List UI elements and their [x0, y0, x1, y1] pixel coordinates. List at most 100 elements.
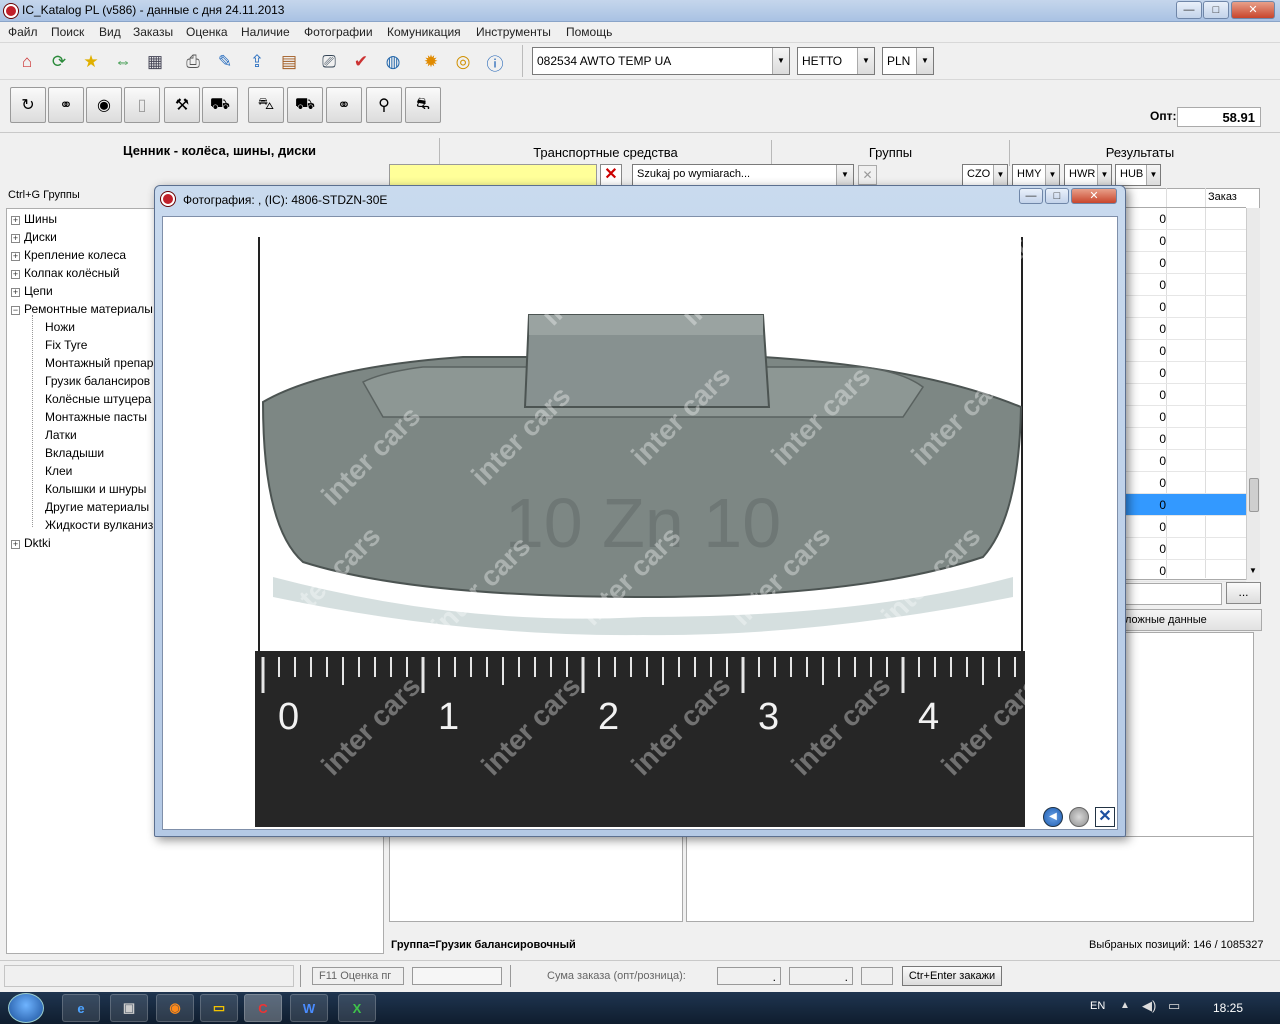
print-icon[interactable]: ⎙ — [180, 49, 206, 75]
tree-item-patches[interactable]: Латки — [45, 428, 77, 442]
filter-czo[interactable]: CZO ▼ — [962, 164, 1008, 186]
tree-item-mounting-prep[interactable]: Монтажный препар — [45, 356, 153, 370]
scrollbar-thumb[interactable] — [1249, 478, 1259, 512]
menu-availability[interactable]: Наличие — [241, 25, 290, 39]
star-icon[interactable]: ★ — [78, 49, 104, 75]
filter-hub[interactable]: HUB ▼ — [1115, 164, 1161, 186]
home-icon[interactable]: ⌂ — [14, 49, 40, 75]
firefox-icon[interactable]: ◉ — [156, 994, 194, 1022]
clear-icon[interactable]: ✕ — [600, 164, 622, 186]
table-row[interactable]: 0 — [1122, 428, 1246, 450]
scroll-down-icon[interactable]: ▼ — [1249, 566, 1257, 575]
order-column-header[interactable]: Заказ — [1208, 191, 1237, 203]
swap-icon[interactable]: ⇔ — [110, 49, 136, 75]
dimension-search-select[interactable]: Szukaj po wymiarach... ▼ — [632, 164, 854, 186]
motorbike-icon[interactable]: ⚭ — [48, 87, 84, 123]
tab-vehicles[interactable]: Транспортные средства — [440, 140, 772, 166]
tree-item-fix-tyre[interactable]: Fix Tyre — [45, 338, 87, 352]
table-row[interactable]: 0 — [1122, 362, 1246, 384]
tractor-icon[interactable]: ⛐ — [405, 87, 441, 123]
tree-item-tires[interactable]: + Шины — [11, 212, 57, 226]
tray-arrow-icon[interactable]: ▲ — [1120, 1000, 1130, 1011]
photo-close-button[interactable]: ✕ — [1071, 188, 1117, 204]
extra-data-tab[interactable]: ложные данные — [1122, 609, 1262, 631]
stop-icon[interactable] — [1069, 807, 1089, 827]
tree-item-mounting[interactable]: + Крепление колеса — [11, 248, 126, 262]
tree-item-chains[interactable]: + Цепи — [11, 284, 53, 298]
coins-icon[interactable]: ◎ — [450, 49, 476, 75]
minimize-button[interactable]: — — [1176, 1, 1202, 19]
photo-maximize-button[interactable]: □ — [1045, 188, 1069, 204]
more-button[interactable]: ... — [1226, 582, 1261, 604]
tire-rotate-icon[interactable]: ↻ — [10, 87, 46, 123]
table-row[interactable]: 0 — [1122, 538, 1246, 560]
tree-item-hubcaps[interactable]: + Колпак колёсный — [11, 266, 120, 280]
truck-icon[interactable]: ⛟ — [202, 87, 238, 123]
car-icon[interactable]: ⛍ — [248, 87, 284, 123]
results-input[interactable] — [1122, 583, 1222, 605]
close-button[interactable]: ✕ — [1231, 1, 1275, 19]
tree-item-repair[interactable]: − Ремонтные материалы — [11, 302, 153, 316]
tree-item-rims[interactable]: + Диски — [11, 230, 57, 244]
customer-select[interactable]: 082534 AWTO TEMP UA ▼ — [532, 47, 790, 75]
tree-item-other-materials[interactable]: Другие материалы — [45, 500, 149, 514]
place-order-button[interactable]: Ctr+Enter закажи — [902, 966, 1002, 986]
table-row[interactable]: 0 — [1122, 318, 1246, 340]
explorer-icon[interactable]: ▭ — [200, 994, 238, 1022]
tree-item-dktki[interactable]: + Dktki — [11, 536, 51, 550]
table-row[interactable]: 0 — [1122, 208, 1246, 230]
menu-help[interactable]: Помощь — [566, 25, 612, 39]
van-icon[interactable]: ⛟ — [287, 87, 323, 123]
pump-icon[interactable]: ⚲ — [366, 87, 402, 123]
menu-estimate[interactable]: Оценка — [186, 25, 228, 39]
previous-photo-icon[interactable]: ◀ — [1043, 807, 1063, 827]
network-icon[interactable]: ⎚ — [316, 49, 342, 75]
volume-icon[interactable]: ◀) — [1142, 998, 1156, 1014]
table-row[interactable]: 0 — [1122, 252, 1246, 274]
table-row[interactable]: 0 — [1122, 340, 1246, 362]
filter-hmy[interactable]: HMY ▼ — [1012, 164, 1060, 186]
globe-icon[interactable]: ◍ — [380, 49, 406, 75]
photo-minimize-button[interactable]: — — [1019, 188, 1043, 204]
filter-hwr[interactable]: HWR ▼ — [1064, 164, 1112, 186]
tool-icon[interactable]: ⚒ — [164, 87, 200, 123]
tree-item-mount-paste[interactable]: Монтажные пасты — [45, 410, 147, 424]
tab-results[interactable]: Результаты — [1010, 140, 1270, 166]
calculator-icon[interactable]: ▦ — [142, 49, 168, 75]
tree-item-inserts[interactable]: Вкладыши — [45, 446, 104, 460]
tree-item-valves[interactable]: Колёсные штуцера — [45, 392, 151, 406]
price-type-select[interactable]: НЕТТО ▼ — [797, 47, 875, 75]
table-row[interactable]: 0 — [1122, 494, 1246, 516]
tree-item-glues[interactable]: Клеи — [45, 464, 72, 478]
pricelist-header[interactable]: Ценник - колёса, шины, диски — [0, 138, 440, 164]
table-row[interactable]: 0 — [1122, 384, 1246, 406]
menu-file[interactable]: Файл — [8, 25, 38, 39]
table-row[interactable]: 0 — [1122, 274, 1246, 296]
yellow-search-field[interactable] — [389, 164, 597, 186]
menu-view[interactable]: Вид — [99, 25, 121, 39]
table-row[interactable]: 0 — [1122, 406, 1246, 428]
table-row[interactable]: 0 — [1122, 450, 1246, 472]
tree-item-plugs[interactable]: Колышки и шнуры — [45, 482, 146, 496]
notes-icon[interactable]: ▤ — [276, 49, 302, 75]
close-photo-icon[interactable]: ✕ — [1095, 807, 1115, 827]
word-icon[interactable]: W — [290, 994, 328, 1022]
gear-icon[interactable]: ✹ — [418, 49, 444, 75]
ie-icon[interactable]: e — [62, 994, 100, 1022]
excel-icon[interactable]: X — [338, 994, 376, 1022]
tree-item-knives[interactable]: Ножи — [45, 320, 75, 334]
table-row[interactable]: 0 — [1122, 230, 1246, 252]
save-app-icon[interactable]: ▣ — [110, 994, 148, 1022]
network-tray-icon[interactable]: ▭ — [1168, 998, 1180, 1014]
language-indicator[interactable]: EN — [1090, 1000, 1105, 1012]
tree-item-balance-weights[interactable]: Грузик балансиров — [45, 374, 150, 388]
estimate-field[interactable] — [412, 967, 502, 985]
estimate-button[interactable]: F11 Оценка пг — [312, 967, 404, 985]
tree-item-vulcanizing[interactable]: Жидкости вулканиз — [45, 518, 153, 532]
menu-photos[interactable]: Фотографии — [304, 25, 373, 39]
document-check-icon[interactable]: ✔ — [348, 49, 374, 75]
refresh-icon[interactable]: ⟳ — [46, 49, 72, 75]
menu-communication[interactable]: Комуникация — [387, 25, 461, 39]
bike-icon[interactable]: ⚭ — [326, 87, 362, 123]
menu-orders[interactable]: Заказы — [133, 25, 173, 39]
